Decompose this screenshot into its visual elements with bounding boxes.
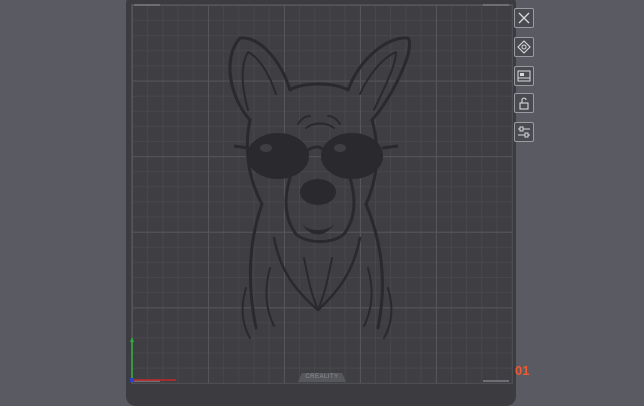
- plate-toolbar: [514, 8, 534, 151]
- 3d-viewport[interactable]: CREALITY 01: [0, 0, 644, 406]
- plate-corner-mark: [483, 380, 509, 382]
- slice-plate-button[interactable]: [514, 66, 534, 86]
- z-axis-origin: [130, 378, 134, 382]
- lock-plate-button[interactable]: [514, 93, 534, 113]
- plate-settings-button[interactable]: [514, 122, 534, 142]
- plate-settings-icon: [518, 126, 530, 138]
- slice-icon: [517, 70, 531, 82]
- dog-model-relief[interactable]: [210, 28, 432, 346]
- sunglasses-left-lens: [247, 133, 309, 179]
- plate-corner-mark: [134, 4, 160, 6]
- plate-brand-label: CREALITY: [298, 373, 346, 382]
- unlock-icon: [519, 97, 529, 110]
- close-icon: [518, 12, 530, 24]
- origin-axes: [130, 337, 176, 382]
- auto-arrange-icon: [517, 40, 531, 54]
- close-plate-button[interactable]: [514, 8, 534, 28]
- dog-nose: [300, 179, 336, 205]
- y-axis-arrow: [130, 337, 134, 342]
- plate-index-label: 01: [515, 363, 530, 378]
- plate-corner-mark: [483, 4, 509, 6]
- sunglasses-right-lens: [321, 133, 383, 179]
- auto-arrange-button[interactable]: [514, 37, 534, 57]
